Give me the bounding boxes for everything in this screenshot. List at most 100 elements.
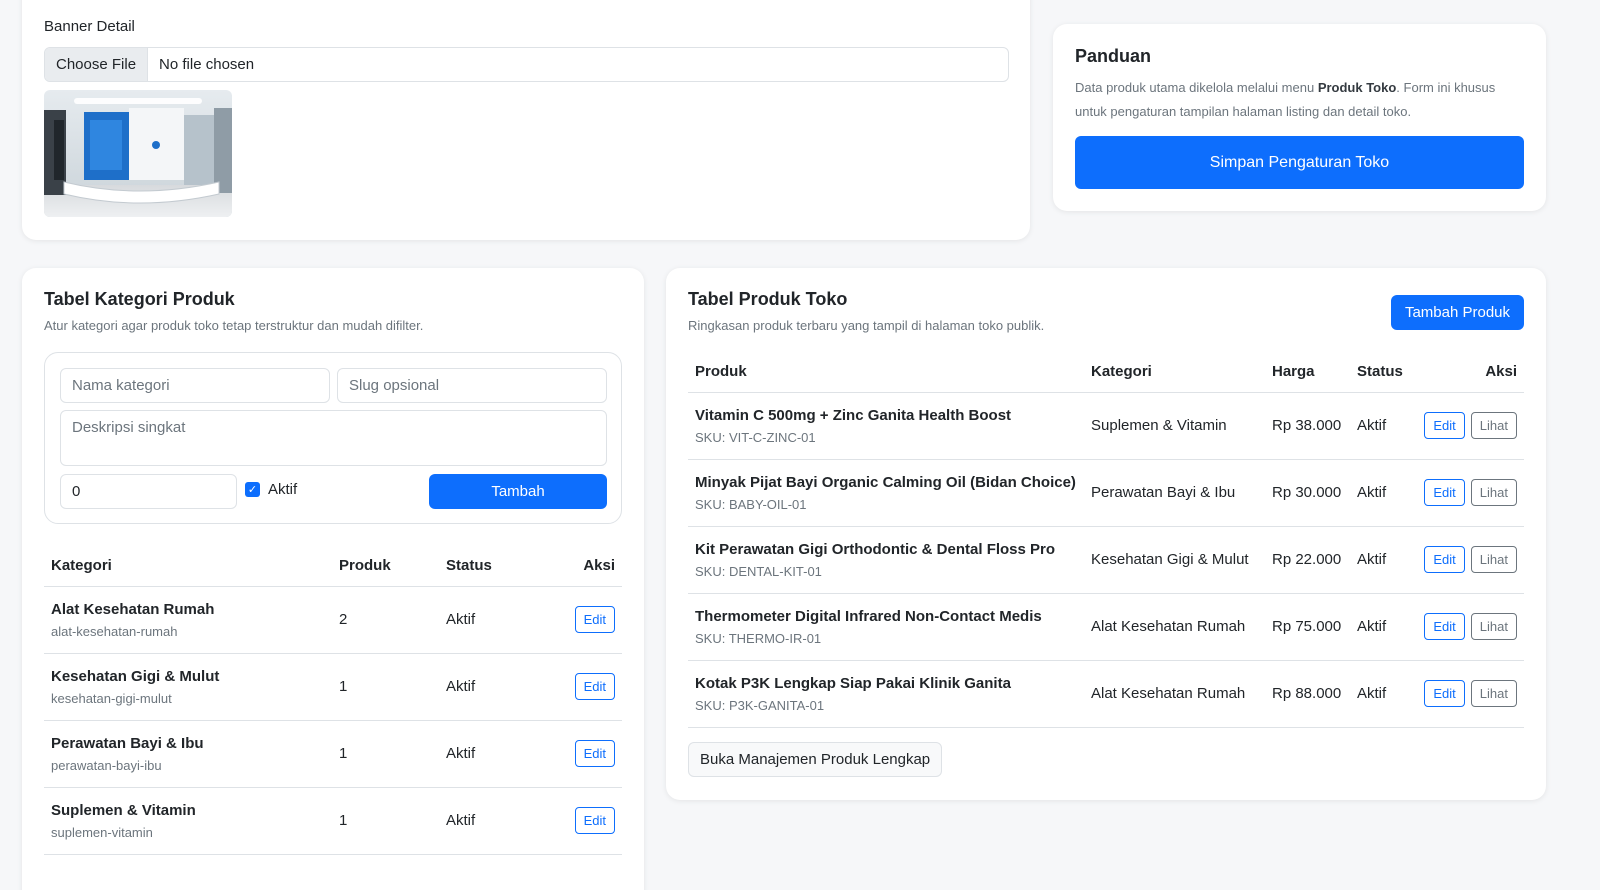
category-status: Aktif bbox=[439, 787, 559, 855]
category-card: Tabel Kategori Produk Atur kategori agar… bbox=[22, 268, 644, 890]
save-settings-button[interactable]: Simpan Pengaturan Toko bbox=[1075, 136, 1524, 189]
view-product-button[interactable]: Lihat bbox=[1470, 546, 1517, 573]
category-name: Alat Kesehatan Rumah bbox=[51, 600, 215, 618]
view-product-button[interactable]: Lihat bbox=[1470, 613, 1517, 640]
edit-product-button[interactable]: Edit bbox=[1424, 412, 1465, 439]
product-price: Rp 75.000 bbox=[1265, 593, 1350, 661]
product-status: Aktif bbox=[1350, 459, 1416, 527]
product-status: Aktif bbox=[1350, 660, 1416, 728]
edit-category-button[interactable]: Edit bbox=[574, 740, 615, 767]
edit-product-button[interactable]: Edit bbox=[1424, 680, 1465, 707]
banner-preview-image bbox=[44, 90, 232, 217]
banner-label: Banner Detail bbox=[44, 18, 135, 35]
edit-product-button[interactable]: Edit bbox=[1424, 546, 1465, 573]
choose-file-button[interactable]: Choose File bbox=[45, 48, 149, 81]
category-form: ✓ Aktif Tambah bbox=[44, 352, 622, 524]
category-name-input[interactable] bbox=[60, 368, 330, 403]
category-active-toggle[interactable]: ✓ Aktif bbox=[245, 481, 297, 498]
product-table: Produk Kategori Harga Status Aksi Vitami… bbox=[688, 352, 1524, 728]
product-category: Suplemen & Vitamin bbox=[1084, 392, 1265, 460]
category-slug: perawatan-bayi-ibu bbox=[51, 757, 162, 773]
table-row: Perawatan Bayi & Ibu perawatan-bayi-ibu 1… bbox=[44, 720, 622, 788]
view-product-button[interactable]: Lihat bbox=[1470, 479, 1517, 506]
product-sku: SKU: VIT-C-ZINC-01 bbox=[695, 429, 816, 445]
edit-category-button[interactable]: Edit bbox=[574, 673, 615, 700]
table-row: Kesehatan Gigi & Mulut kesehatan-gigi-mul… bbox=[44, 653, 622, 721]
product-status: Aktif bbox=[1350, 593, 1416, 661]
product-sku: SKU: P3K-GANITA-01 bbox=[695, 697, 825, 713]
banner-card: Banner Detail Choose File No file chosen bbox=[22, 0, 1030, 240]
guide-text: Data produk utama dikelola melalui menu … bbox=[1075, 76, 1530, 124]
category-slug: suplemen-vitamin bbox=[51, 824, 153, 840]
table-row: Kotak P3K Lengkap Siap Pakai Klinik Gani… bbox=[688, 660, 1524, 728]
add-category-button[interactable]: Tambah bbox=[429, 474, 607, 509]
view-product-button[interactable]: Lihat bbox=[1470, 680, 1517, 707]
view-product-button[interactable]: Lihat bbox=[1470, 412, 1517, 439]
category-slug: alat-kesehatan-rumah bbox=[51, 623, 178, 639]
category-status: Aktif bbox=[439, 720, 559, 788]
category-name: Kesehatan Gigi & Mulut bbox=[51, 667, 220, 685]
table-row: Vitamin C 500mg + Zinc Ganita Health Boo… bbox=[688, 392, 1524, 460]
col-harga: Harga bbox=[1265, 352, 1350, 393]
category-slug: kesehatan-gigi-mulut bbox=[51, 690, 172, 706]
edit-category-button[interactable]: Edit bbox=[574, 606, 615, 633]
col-aksi: Aksi bbox=[1416, 352, 1524, 393]
product-status: Aktif bbox=[1350, 526, 1416, 594]
product-sku: SKU: THERMO-IR-01 bbox=[695, 630, 822, 646]
product-price: Rp 88.000 bbox=[1265, 660, 1350, 728]
product-category: Kesehatan Gigi & Mulut bbox=[1084, 526, 1265, 594]
category-order-input[interactable] bbox=[60, 474, 237, 509]
product-status: Aktif bbox=[1350, 392, 1416, 460]
category-table: Kategori Produk Status Aksi Alat Kesehat… bbox=[44, 546, 622, 855]
product-name: Vitamin C 500mg + Zinc Ganita Health Boo… bbox=[695, 406, 1012, 424]
table-row: Kit Perawatan Gigi Orthodontic & Dental … bbox=[688, 526, 1524, 594]
edit-product-button[interactable]: Edit bbox=[1424, 613, 1465, 640]
category-count: 1 bbox=[332, 720, 439, 788]
product-name: Kotak P3K Lengkap Siap Pakai Klinik Gani… bbox=[695, 674, 1011, 692]
checkbox-checked-icon[interactable]: ✓ bbox=[245, 482, 260, 497]
product-price: Rp 38.000 bbox=[1265, 392, 1350, 460]
guide-text-bold: Produk Toko bbox=[1317, 80, 1397, 95]
open-product-management-button[interactable]: Buka Manajemen Produk Lengkap bbox=[688, 742, 943, 777]
product-sku: SKU: BABY-OIL-01 bbox=[695, 496, 807, 512]
guide-text-part: Data produk utama dikelola melalui menu bbox=[1075, 80, 1318, 95]
col-kategori: Kategori bbox=[1084, 352, 1265, 393]
col-status: Status bbox=[439, 546, 559, 587]
col-aksi: Aksi bbox=[559, 546, 622, 587]
edit-product-button[interactable]: Edit bbox=[1424, 479, 1465, 506]
category-name: Suplemen & Vitamin bbox=[51, 801, 196, 819]
col-kategori: Kategori bbox=[44, 546, 332, 587]
product-sku: SKU: DENTAL-KIT-01 bbox=[695, 563, 822, 579]
category-name: Perawatan Bayi & Ibu bbox=[51, 734, 204, 752]
category-count: 1 bbox=[332, 653, 439, 721]
product-name: Kit Perawatan Gigi Orthodontic & Dental … bbox=[695, 540, 1056, 558]
product-category: Alat Kesehatan Rumah bbox=[1084, 660, 1265, 728]
product-subtitle: Ringkasan produk terbaru yang tampil di … bbox=[688, 318, 1045, 333]
add-product-button[interactable]: Tambah Produk bbox=[1391, 295, 1524, 330]
guide-card: Panduan Data produk utama dikelola melal… bbox=[1053, 24, 1546, 211]
table-row: Suplemen & Vitamin suplemen-vitamin 1 Akt… bbox=[44, 787, 622, 855]
product-card: Tabel Produk Toko Ringkasan produk terba… bbox=[666, 268, 1546, 800]
col-status: Status bbox=[1350, 352, 1416, 393]
guide-title: Panduan bbox=[1075, 46, 1152, 66]
category-description-input[interactable] bbox=[60, 410, 607, 466]
edit-category-button[interactable]: Edit bbox=[574, 807, 615, 834]
product-title: Tabel Produk Toko bbox=[688, 289, 848, 309]
product-price: Rp 30.000 bbox=[1265, 459, 1350, 527]
active-label: Aktif bbox=[268, 481, 298, 498]
product-name: Thermometer Digital Infrared Non-Contact… bbox=[695, 607, 1042, 625]
category-count: 1 bbox=[332, 787, 439, 855]
product-price: Rp 22.000 bbox=[1265, 526, 1350, 594]
product-name: Minyak Pijat Bayi Organic Calming Oil (B… bbox=[695, 473, 1076, 491]
category-status: Aktif bbox=[439, 586, 559, 654]
category-title: Tabel Kategori Produk bbox=[44, 289, 235, 309]
table-row: Thermometer Digital Infrared Non-Contact… bbox=[688, 593, 1524, 661]
table-row: Minyak Pijat Bayi Organic Calming Oil (B… bbox=[688, 459, 1524, 527]
category-slug-input[interactable] bbox=[337, 368, 607, 403]
category-subtitle: Atur kategori agar produk toko tetap ter… bbox=[44, 318, 424, 333]
banner-file-input[interactable]: Choose File No file chosen bbox=[44, 47, 1009, 82]
product-category: Alat Kesehatan Rumah bbox=[1084, 593, 1265, 661]
col-produk: Produk bbox=[332, 546, 439, 587]
table-row: Alat Kesehatan Rumah alat-kesehatan-rumah… bbox=[44, 586, 622, 654]
category-count: 2 bbox=[332, 586, 439, 654]
